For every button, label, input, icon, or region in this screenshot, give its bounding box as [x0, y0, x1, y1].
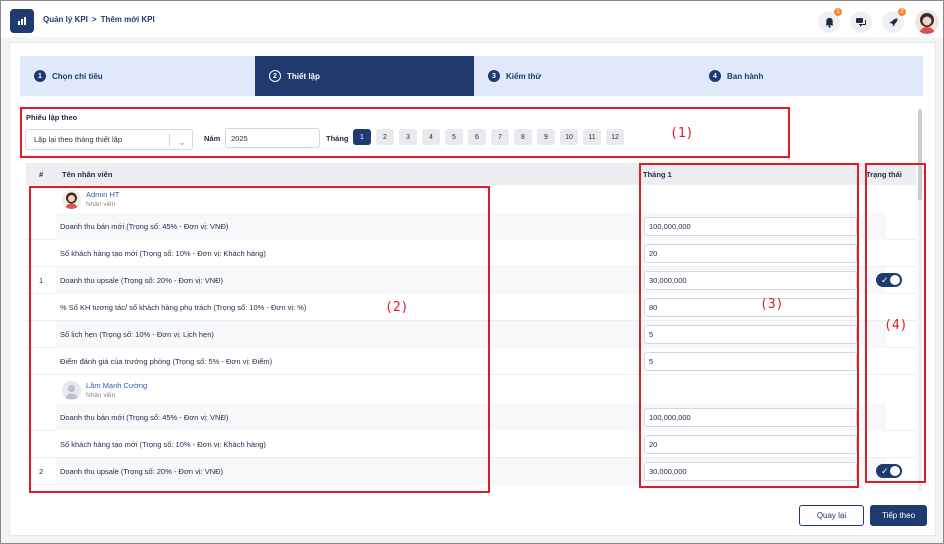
step-label: Kiểm thử — [506, 71, 542, 81]
chat-button[interactable] — [850, 11, 872, 33]
user-avatar[interactable] — [915, 10, 939, 34]
annotation-label-4: (4) — [884, 318, 908, 333]
breadcrumb-root[interactable]: Quản lý KPI — [43, 15, 88, 24]
back-button[interactable]: Quay lại — [799, 505, 864, 526]
header-index: # — [39, 170, 44, 179]
annotation-box-3 — [639, 163, 859, 488]
step-label: Chọn chỉ tiêu — [52, 71, 103, 81]
notification-button[interactable]: 1 — [818, 8, 842, 33]
top-bar: Quản lý KPI > Thêm mới KPI 1 2 — [1, 1, 943, 37]
step-number: 2 — [269, 70, 281, 82]
step-label: Ban hành — [727, 71, 764, 81]
annotation-box-2 — [29, 186, 490, 493]
notification-badge: 1 — [834, 8, 842, 16]
rocket-badge: 2 — [898, 8, 906, 16]
step-number: 4 — [709, 70, 721, 82]
bell-icon — [824, 17, 834, 28]
chat-icon — [856, 17, 866, 27]
step-label: Thiết lập — [287, 71, 320, 81]
step-test[interactable]: 3 Kiểm thử — [474, 56, 695, 96]
step-setup[interactable]: 2 Thiết lập — [255, 56, 474, 96]
rocket-button[interactable]: 2 — [882, 8, 906, 33]
breadcrumb-separator: > — [91, 15, 97, 24]
breadcrumb: Quản lý KPI > Thêm mới KPI — [43, 15, 155, 24]
breadcrumb-current: Thêm mới KPI — [100, 15, 155, 24]
step-number: 3 — [488, 70, 500, 82]
annotation-label-2: (2) — [385, 300, 409, 315]
annotation-label-3: (3) — [760, 297, 784, 312]
stepper: 1 Chọn chỉ tiêu 2 Thiết lập 3 Kiểm thử 4… — [20, 56, 923, 96]
step-publish[interactable]: 4 Ban hành — [695, 56, 923, 96]
next-button[interactable]: Tiếp theo — [870, 505, 927, 526]
step-number: 1 — [34, 70, 46, 82]
app-logo-icon[interactable] — [10, 9, 34, 33]
annotation-label-1: (1) — [670, 126, 694, 141]
step-choose-target[interactable]: 1 Chọn chỉ tiêu — [20, 56, 255, 96]
header-employee: Tên nhân viên — [62, 170, 113, 179]
rocket-icon — [888, 17, 898, 27]
